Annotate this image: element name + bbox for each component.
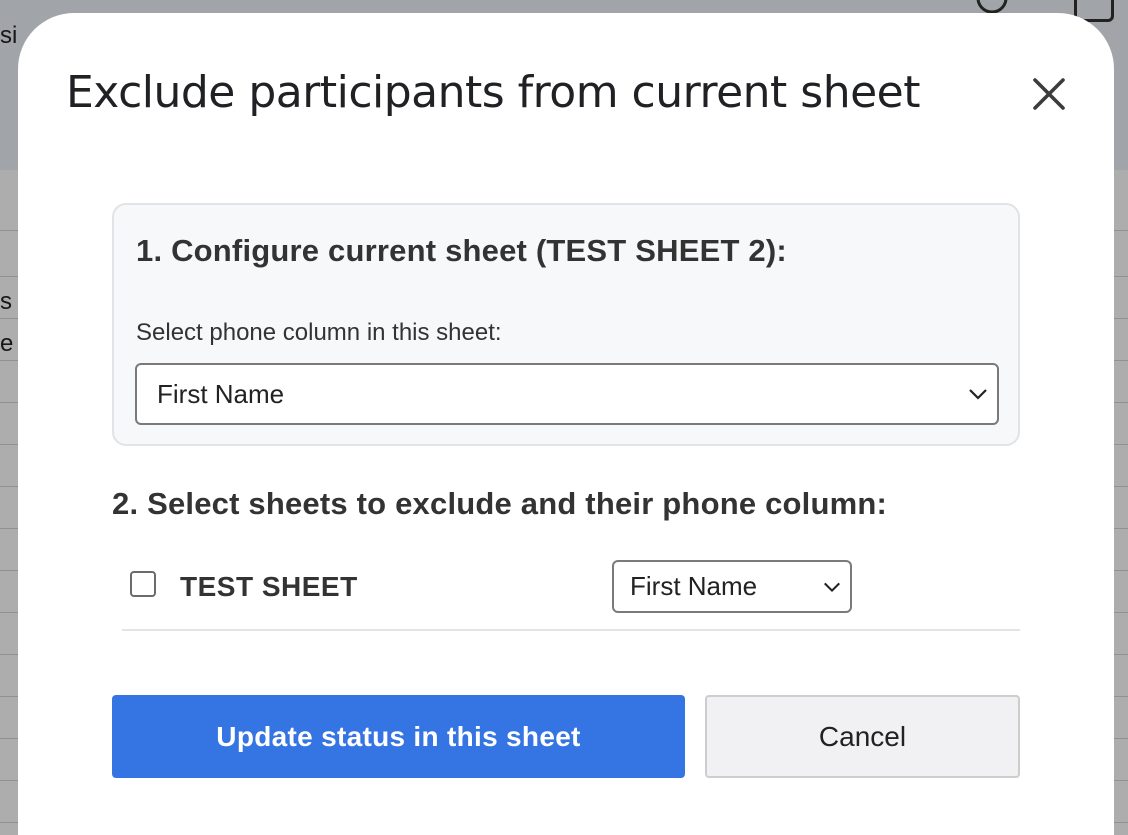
close-icon	[1033, 78, 1065, 110]
exclude-sheet-phone-column-select[interactable]: First Name	[612, 560, 852, 613]
exclude-sheet-phone-column-value: First Name	[630, 571, 758, 601]
phone-column-selected-value: First Name	[157, 378, 285, 409]
update-status-button[interactable]: Update status in this sheet	[112, 695, 685, 778]
chevron-down-icon	[969, 389, 987, 400]
phone-column-select[interactable]: First Name	[135, 363, 999, 425]
close-button[interactable]	[1024, 69, 1074, 119]
dialog-title: Exclude participants from current sheet	[66, 67, 920, 118]
cancel-button[interactable]: Cancel	[705, 695, 1020, 778]
exclude-sheet-checkbox[interactable]	[130, 571, 156, 597]
current-sheet-heading: 1. Configure current sheet (TEST SHEET 2…	[136, 233, 787, 268]
exclude-participants-dialog: Exclude participants from current sheet …	[18, 13, 1114, 835]
phone-column-label: Select phone column in this sheet:	[136, 319, 502, 346]
current-sheet-config-panel: 1. Configure current sheet (TEST SHEET 2…	[112, 203, 1020, 446]
exclude-sheets-heading: 2. Select sheets to exclude and their ph…	[112, 486, 888, 521]
exclude-sheet-name: TEST SHEET	[180, 571, 358, 602]
exclude-sheet-row: TEST SHEET First Name	[122, 551, 1020, 631]
chevron-down-icon	[824, 582, 840, 592]
